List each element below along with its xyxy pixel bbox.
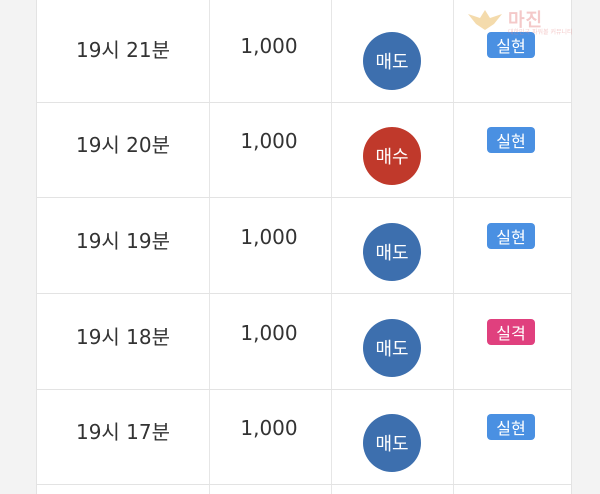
table-row: 19시 19분 1,000 매도 실현 [37, 199, 571, 294]
history-table: 19시 21분 1,000 매도 실현 19시 20분 1,000 매수 실현 … [36, 0, 572, 494]
table-row: 19시 20분 1,000 매수 실현 [37, 103, 571, 198]
sell-button[interactable]: 매도 [363, 32, 421, 90]
sell-button[interactable]: 매도 [363, 223, 421, 281]
amount-cell: 1,000 [240, 416, 298, 440]
sell-button[interactable]: 매도 [363, 414, 421, 472]
result-badge: 실현 [487, 127, 535, 153]
table-row: 19시 18분 1,000 매도 실격 [37, 295, 571, 390]
table-row: 19시 17분 1,000 매도 실현 [37, 390, 571, 485]
time-cell: 19시 20분 [75, 133, 171, 157]
time-cell: 19시 17분 [75, 420, 171, 444]
result-badge: 실현 [487, 414, 535, 440]
amount-cell: 1,000 [240, 129, 298, 153]
buy-button[interactable]: 매수 [363, 127, 421, 185]
time-cell: 19시 21분 [75, 38, 171, 62]
amount-cell: 1,000 [240, 321, 298, 345]
time-cell: 19시 18분 [75, 325, 171, 349]
result-badge: 실격 [487, 319, 535, 345]
result-badge: 실현 [487, 223, 535, 249]
watermark-logo: 마진 대한민국 파워볼 커뮤니티 [466, 4, 594, 36]
time-cell: 19시 19분 [75, 229, 171, 253]
eagle-icon [468, 10, 502, 30]
amount-cell: 1,000 [240, 34, 298, 58]
sell-button[interactable]: 매도 [363, 319, 421, 377]
amount-cell: 1,000 [240, 225, 298, 249]
watermark-subtitle: 대한민국 파워볼 커뮤니티 [508, 29, 573, 36]
